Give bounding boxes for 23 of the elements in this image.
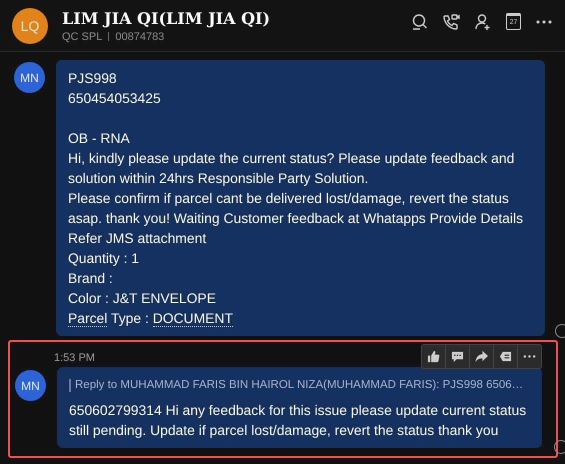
message-text: Please confirm if parcel cant be delivered lost/damage, revert the status asap. thank you! Waiting Customer feedback at Whatapps Provide Details Refer JMS attachment <box>68 189 524 248</box>
message-time: 1:53 PM <box>54 352 95 364</box>
message-text: PJS998 <box>68 69 118 88</box>
read-receipt-icon <box>554 440 565 454</box>
message-text: Brand : <box>68 269 114 288</box>
message-text: 650454053425 <box>68 89 162 108</box>
read-receipt-icon <box>555 324 565 338</box>
message-text: Parcel Type : DOCUMENT <box>68 309 234 328</box>
sender-avatar[interactable]: MN <box>14 62 45 93</box>
message-text: Quantity : 1 <box>68 249 140 268</box>
contact-avatar[interactable]: LQ <box>12 8 48 44</box>
message-text: 650602799314 Hi any feedback for this issue please update current status still pending. Update if parcel lost/damage, revert the status thank you <box>69 401 528 440</box>
add-user-icon[interactable] <box>474 12 492 30</box>
message-text: Hi, kindly please update the current status? Please update feedback and solution within 24hrs Responsible Party Solution. <box>68 149 516 188</box>
search-icon[interactable] <box>410 12 428 30</box>
reply-quote[interactable]: Reply to MUHAMMAD FARIS BIN HAIROL NIZA(MUHAMMAD FARIS): PJS998 6506… <box>69 379 530 392</box>
contact-detail: 00874783 <box>115 30 164 42</box>
message-text: Color : J&T ENVELOPE <box>68 289 217 308</box>
contact-detail: QC SPL <box>62 30 102 42</box>
message-text: OB - RNA <box>68 129 131 148</box>
phone-video-icon[interactable] <box>442 12 460 30</box>
sender-avatar[interactable]: MN <box>15 370 46 401</box>
contact-name: LIM JIA QI(LIM JIA QI) <box>62 8 272 28</box>
